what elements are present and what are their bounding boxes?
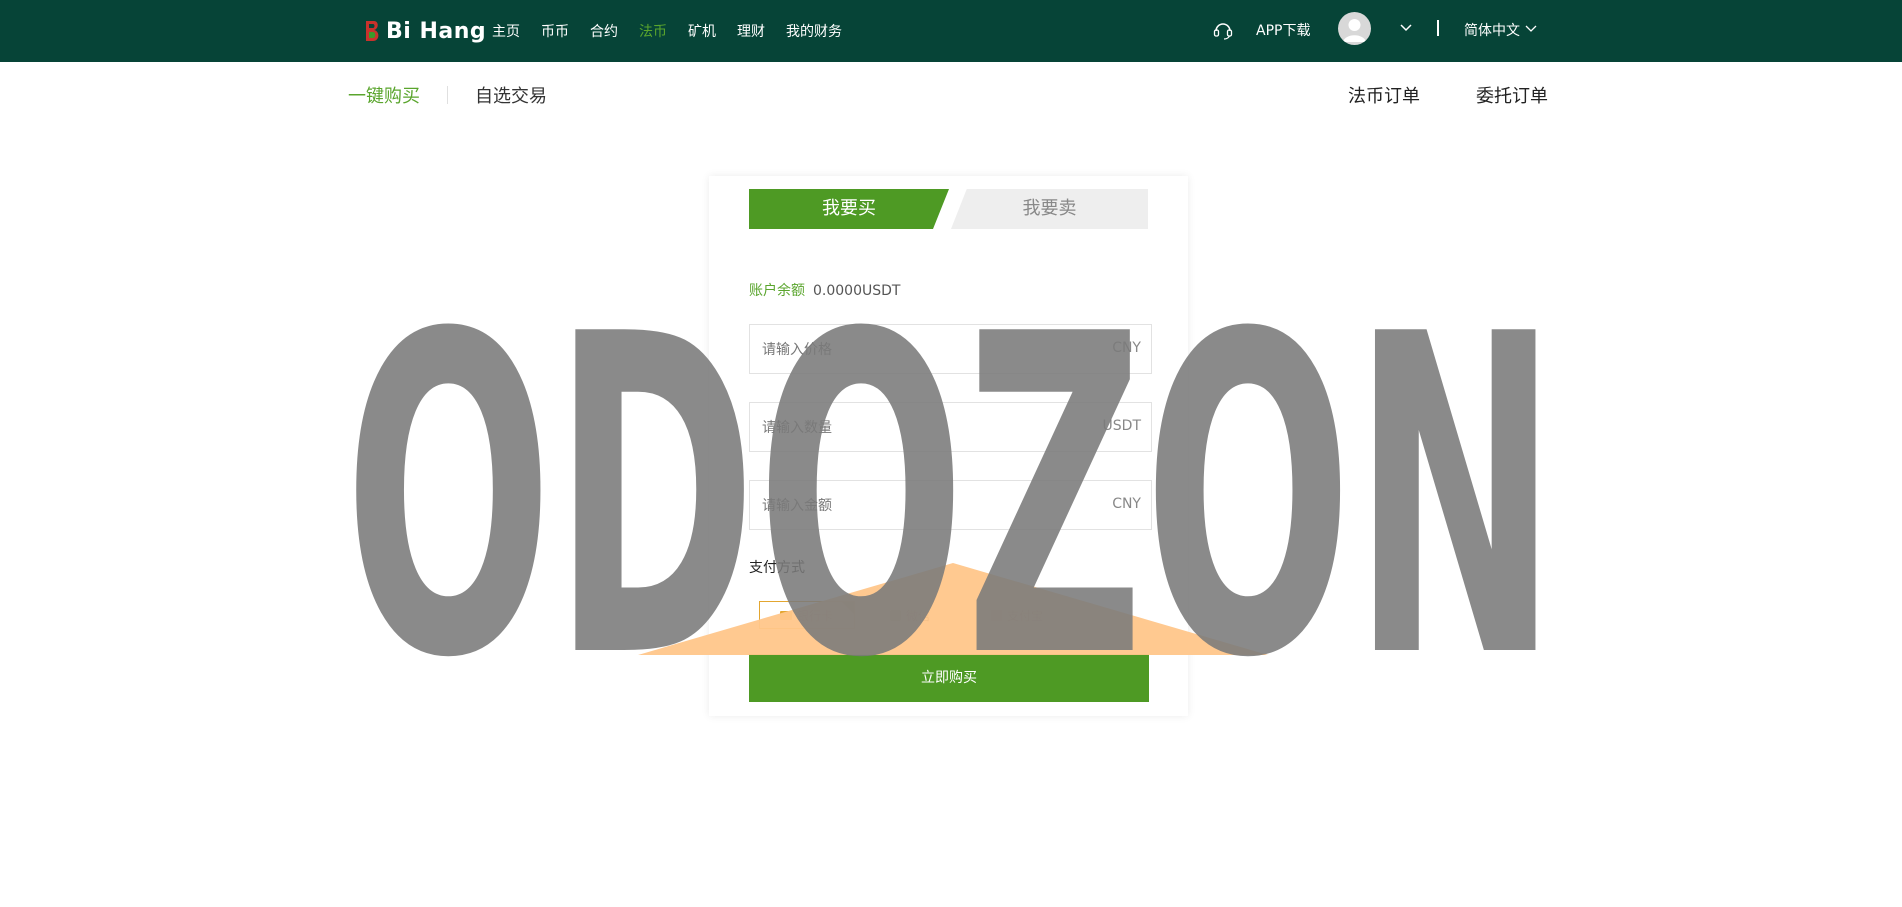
trade-card: 我要买 我要卖 账户余额 0.0000USDT CNY USDT CNY 支付方式…	[709, 176, 1188, 716]
quantity-field: USDT	[749, 402, 1152, 453]
nav-home[interactable]: 主页	[492, 21, 520, 41]
payment-bank-card-label: 银行卡	[797, 608, 834, 623]
nav-miner[interactable]: 矿机	[688, 21, 716, 41]
alipay-icon	[991, 609, 1002, 621]
tab-one-click-buy[interactable]: 一键购买	[348, 82, 420, 108]
user-avatar-icon[interactable]	[1338, 12, 1371, 45]
top-navigation-bar: Bi Hang 主页 币币 合约 法币 矿机 理财 我的财务 APP下载 简体中…	[0, 0, 1902, 62]
price-input[interactable]	[760, 325, 1064, 375]
price-field: CNY	[749, 324, 1152, 375]
nav-fiat[interactable]: 法币	[639, 21, 667, 41]
entrust-orders-link[interactable]: 委托订单	[1476, 82, 1548, 108]
payment-alipay[interactable]: 支付宝	[991, 601, 1043, 629]
price-unit: CNY	[1112, 340, 1141, 356]
bank-card-icon	[780, 610, 792, 620]
nav-my-finance[interactable]: 我的财务	[786, 21, 842, 41]
main-nav: 主页 币币 合约 法币 矿机 理财 我的财务	[492, 0, 863, 62]
wechat-icon	[890, 609, 901, 621]
amount-unit: CNY	[1112, 496, 1141, 512]
fiat-orders-link[interactable]: 法币订单	[1348, 82, 1420, 108]
payment-wechat-label: 微信	[906, 608, 931, 623]
tab-buy[interactable]: 我要买	[749, 189, 949, 229]
quantity-input[interactable]	[760, 403, 1064, 453]
header-divider	[1437, 20, 1439, 36]
quantity-unit: USDT	[1102, 418, 1141, 434]
amount-field: CNY	[749, 480, 1152, 531]
balance-label: 账户余额	[749, 283, 805, 299]
nav-contract[interactable]: 合约	[590, 21, 618, 41]
payment-method-label: 支付方式	[749, 560, 805, 576]
trade-mode-tabs: 一键购买 自选交易	[348, 82, 547, 108]
tab-self-trade[interactable]: 自选交易	[475, 82, 547, 108]
app-download-link[interactable]: APP下载	[1256, 20, 1310, 40]
amount-input[interactable]	[760, 481, 1064, 531]
tab-divider	[447, 86, 448, 104]
payment-bank-card[interactable]: 银行卡	[759, 601, 855, 629]
chevron-down-icon[interactable]	[1399, 23, 1413, 33]
language-selector[interactable]: 简体中文	[1464, 20, 1520, 40]
tab-sell[interactable]: 我要卖	[951, 189, 1148, 229]
language-chevron-icon[interactable]	[1524, 24, 1538, 34]
nav-wealth[interactable]: 理财	[737, 21, 765, 41]
selected-corner-mark	[842, 602, 854, 614]
payment-alipay-label: 支付宝	[1007, 608, 1044, 623]
headset-support-icon[interactable]	[1212, 19, 1234, 41]
brand-name: Bi Hang	[386, 18, 487, 44]
brand-logo[interactable]: Bi Hang	[362, 16, 486, 46]
buy-now-button[interactable]: 立即购买	[749, 654, 1149, 702]
balance-value: 0.0000USDT	[813, 283, 901, 299]
nav-spot[interactable]: 币币	[541, 21, 569, 41]
payment-wechat[interactable]: 微信	[890, 601, 930, 629]
account-balance: 账户余额 0.0000USDT	[749, 280, 900, 300]
bihang-logo-icon	[366, 21, 379, 41]
